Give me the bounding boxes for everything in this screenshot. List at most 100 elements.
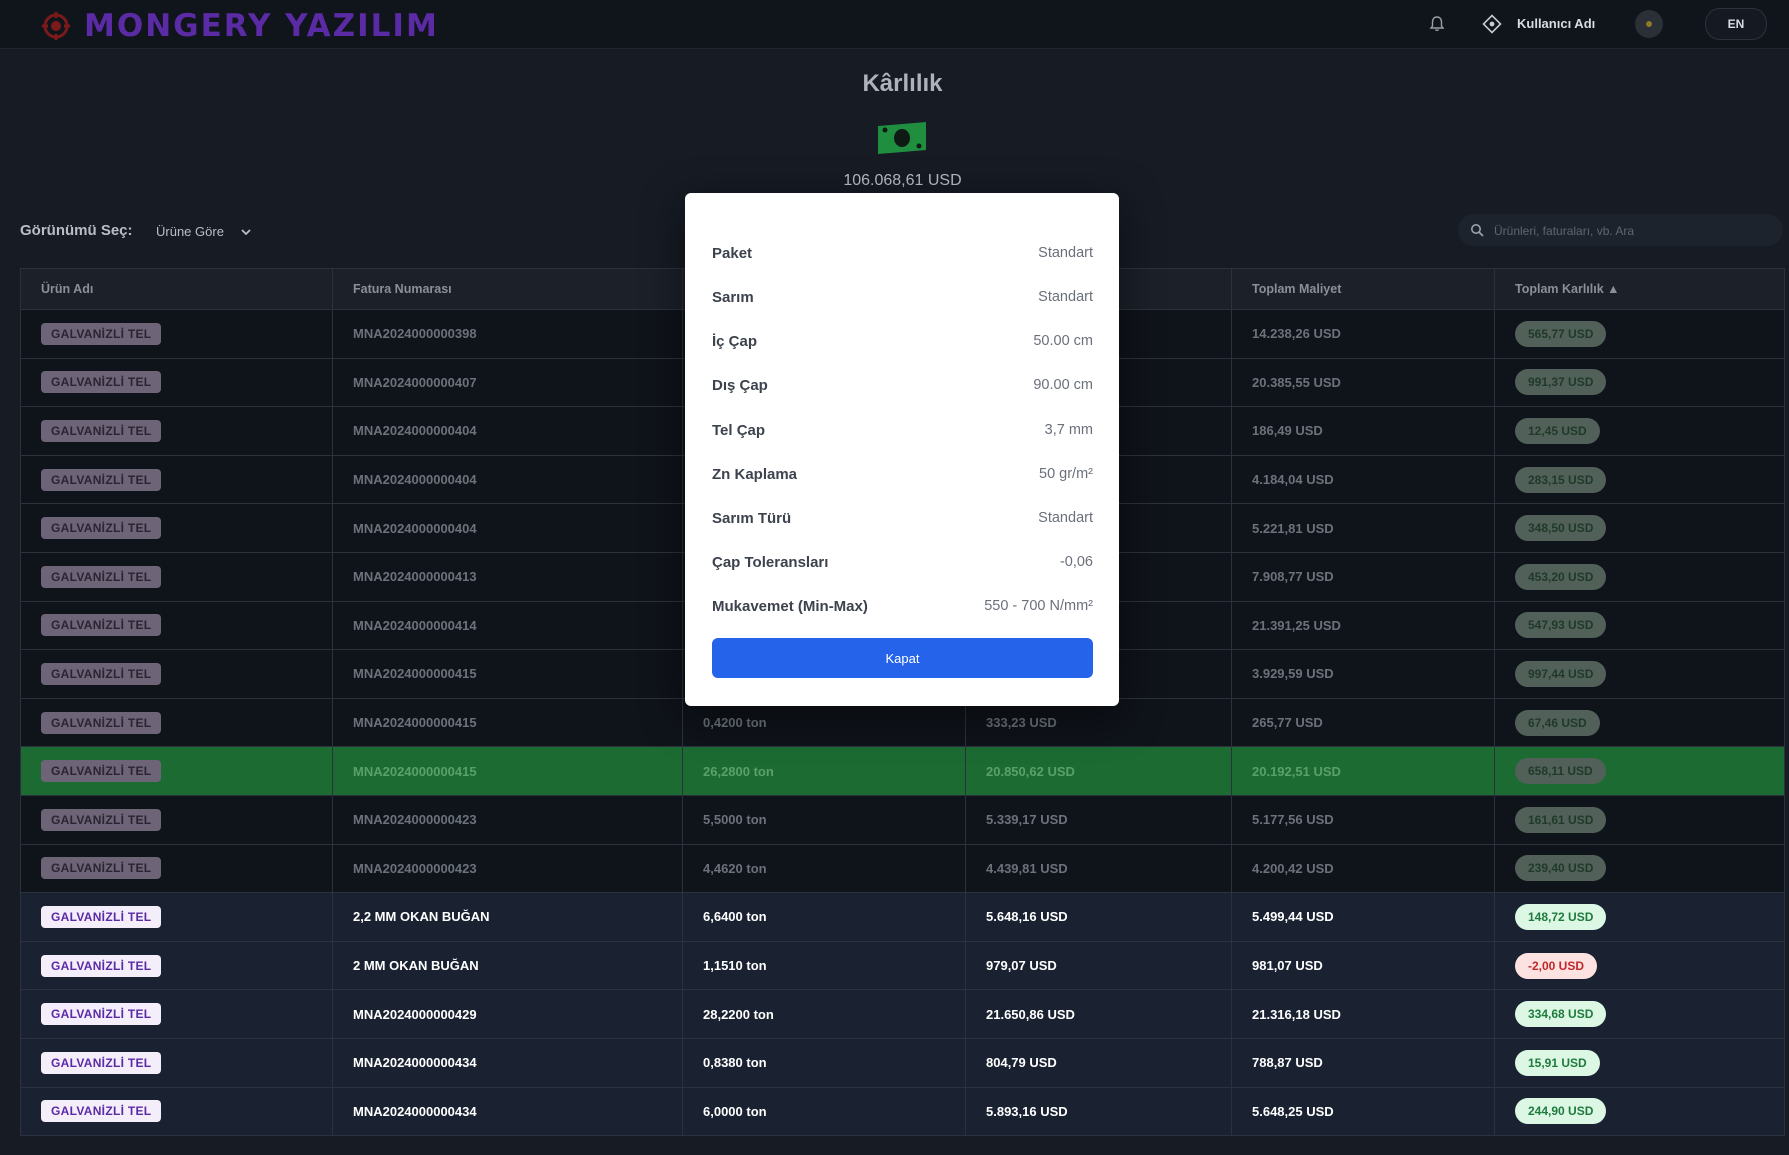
- cell-total-cost: 5.499,44 USD: [1231, 892, 1495, 942]
- product-badge[interactable]: GALVANİZLİ TEL: [41, 1051, 162, 1074]
- cell-invoice: MNA2024000000415: [332, 649, 683, 699]
- cell-total-cost: 981,07 USD: [1231, 940, 1495, 991]
- product-badge[interactable]: GALVANİZLİ TEL: [41, 662, 162, 685]
- cell-revenue: 5.893,16 USD: [965, 1086, 1232, 1137]
- profit-badge: 997,44 USD: [1515, 660, 1607, 687]
- product-badge[interactable]: GALVANİZLİ TEL: [41, 711, 162, 734]
- profit-badge: -2,00 USD: [1515, 952, 1598, 979]
- cell-invoice: MNA2024000000404: [332, 503, 683, 553]
- cell-total-profit: 334,68 USD: [1494, 989, 1785, 1039]
- bell-icon[interactable]: [1427, 14, 1447, 34]
- modal-key: Sarım Türü: [712, 510, 792, 527]
- column-header-total-profit[interactable]: Toplam Karlılık ▲: [1494, 268, 1785, 310]
- cell-invoice: 2,2 MM OKAN BUĞAN: [332, 892, 683, 942]
- page-title: Kârlılık: [862, 70, 943, 97]
- product-badge[interactable]: GALVANİZLİ TEL: [41, 468, 162, 491]
- cell-product: GALVANİZLİ TEL: [20, 406, 333, 456]
- user-settings-icon[interactable]: [1481, 13, 1503, 35]
- cell-product: GALVANİZLİ TEL: [20, 1037, 333, 1088]
- profit-badge: 991,37 USD: [1515, 369, 1607, 396]
- profit-badge: 283,15 USD: [1515, 466, 1607, 493]
- cell-total-profit: 658,11 USD: [1494, 746, 1785, 796]
- cell-total-cost: 14.238,26 USD: [1231, 309, 1495, 359]
- product-badge[interactable]: GALVANİZLİ TEL: [41, 1100, 162, 1123]
- search-input[interactable]: [1492, 220, 1776, 242]
- cell-quantity: 6,6400 ton: [682, 892, 966, 942]
- cell-product: GALVANİZLİ TEL: [20, 600, 333, 651]
- product-badge[interactable]: GALVANİZLİ TEL: [41, 954, 162, 977]
- product-badge[interactable]: GALVANİZLİ TEL: [41, 760, 162, 783]
- cell-total-profit: 991,37 USD: [1494, 357, 1785, 408]
- cell-invoice: MNA2024000000415: [332, 746, 683, 796]
- modal-row-outer-diameter: Dış Çap 90.00 cm: [712, 377, 1093, 399]
- table-row[interactable]: GALVANİZLİ TEL MNA2024000000434 6,0000 ton…: [20, 1086, 1785, 1137]
- profit-badge: 148,72 USD: [1515, 903, 1607, 930]
- cell-invoice: MNA2024000000404: [332, 454, 683, 505]
- search-icon: [1471, 224, 1484, 237]
- search-box[interactable]: [1458, 214, 1783, 246]
- table-row[interactable]: GALVANİZLİ TEL 2,2 MM OKAN BUĞAN 6,6400 to…: [20, 892, 1785, 942]
- cell-total-cost: 4.200,42 USD: [1231, 843, 1495, 894]
- cell-quantity: 26,2800 ton: [682, 746, 966, 796]
- view-select-dropdown[interactable]: Ürüne Göre: [156, 224, 252, 239]
- profit-badge: 244,90 USD: [1515, 1098, 1607, 1125]
- cell-product: GALVANİZLİ TEL: [20, 503, 333, 553]
- cell-total-profit: 348,50 USD: [1494, 503, 1785, 553]
- close-button[interactable]: Kapat: [712, 638, 1093, 678]
- product-badge[interactable]: GALVANİZLİ TEL: [41, 1003, 162, 1026]
- cell-revenue: 4.439,81 USD: [965, 843, 1232, 894]
- modal-value: 50 gr/m²: [1039, 466, 1093, 482]
- column-header-product[interactable]: Ürün Adı: [20, 268, 333, 310]
- cell-quantity: 6,0000 ton: [682, 1086, 966, 1137]
- product-badge[interactable]: GALVANİZLİ TEL: [41, 565, 162, 588]
- table-row[interactable]: GALVANİZLİ TEL MNA2024000000423 5,5000 ton…: [20, 794, 1785, 845]
- modal-key: Dış Çap: [712, 377, 768, 394]
- language-button[interactable]: EN: [1705, 8, 1767, 40]
- modal-row-inner-diameter: İç Çap 50.00 cm: [712, 333, 1093, 355]
- table-row[interactable]: GALVANİZLİ TEL MNA2024000000429 28,2200 to…: [20, 989, 1785, 1039]
- table-row[interactable]: GALVANİZLİ TEL MNA2024000000434 0,8380 ton…: [20, 1037, 1785, 1088]
- modal-key: Tel Çap: [712, 422, 766, 439]
- modal-row-package: Paket Standart: [712, 245, 1093, 267]
- product-badge[interactable]: GALVANİZLİ TEL: [41, 808, 162, 831]
- cell-total-cost: 21.316,18 USD: [1231, 989, 1495, 1039]
- column-header-invoice[interactable]: Fatura Numarası: [332, 268, 683, 310]
- modal-row-wire-diameter: Tel Çap 3,7 mm: [712, 422, 1093, 444]
- cell-total-cost: 5.648,25 USD: [1231, 1086, 1495, 1137]
- profit-badge: 15,91 USD: [1515, 1049, 1600, 1076]
- product-badge[interactable]: GALVANİZLİ TEL: [41, 371, 162, 394]
- product-badge[interactable]: GALVANİZLİ TEL: [41, 857, 162, 880]
- cell-product: GALVANİZLİ TEL: [20, 649, 333, 699]
- chevron-down-icon: [241, 228, 251, 235]
- cell-quantity: 28,2200 ton: [682, 989, 966, 1039]
- product-badge[interactable]: GALVANİZLİ TEL: [41, 905, 162, 928]
- table-row[interactable]: GALVANİZLİ TEL 2 MM OKAN BUĞAN 1,1510 ton 9…: [20, 940, 1785, 991]
- cell-invoice: MNA2024000000415: [332, 697, 683, 748]
- profit-badge: 334,68 USD: [1515, 1001, 1607, 1028]
- table-row[interactable]: GALVANİZLİ TEL MNA2024000000423 4,4620 ton…: [20, 843, 1785, 894]
- product-badge[interactable]: GALVANİZLİ TEL: [41, 614, 162, 637]
- brand-logo[interactable]: MONGERY YAZILIM: [40, 8, 439, 44]
- cell-total-profit: 161,61 USD: [1494, 794, 1785, 845]
- product-badge[interactable]: GALVANİZLİ TEL: [41, 419, 162, 442]
- cell-invoice: MNA2024000000434: [332, 1037, 683, 1088]
- cell-product: GALVANİZLİ TEL: [20, 892, 333, 942]
- modal-key: Çap Toleransları: [712, 554, 829, 571]
- modal-value: 50.00 cm: [1033, 333, 1093, 349]
- username[interactable]: Kullanıcı Adı: [1517, 16, 1595, 31]
- cell-revenue: 979,07 USD: [965, 940, 1232, 991]
- table-row[interactable]: GALVANİZLİ TEL MNA2024000000415 26,2800 to…: [20, 746, 1785, 796]
- cell-product: GALVANİZLİ TEL: [20, 746, 333, 796]
- modal-key: Paket: [712, 245, 753, 262]
- cell-product: GALVANİZLİ TEL: [20, 551, 333, 602]
- avatar[interactable]: [1635, 10, 1663, 38]
- cell-total-cost: 186,49 USD: [1231, 406, 1495, 456]
- cell-total-profit: 283,15 USD: [1494, 454, 1785, 505]
- cell-invoice: MNA2024000000407: [332, 357, 683, 408]
- modal-row-strength: Mukavemet (Min-Max) 550 - 700 N/mm²: [712, 598, 1093, 620]
- product-badge[interactable]: GALVANİZLİ TEL: [41, 322, 162, 345]
- profit-badge: 565,77 USD: [1515, 320, 1607, 347]
- product-badge[interactable]: GALVANİZLİ TEL: [41, 517, 162, 540]
- avatar-dot: [1646, 21, 1652, 27]
- column-header-total-cost[interactable]: Toplam Maliyet: [1231, 268, 1495, 310]
